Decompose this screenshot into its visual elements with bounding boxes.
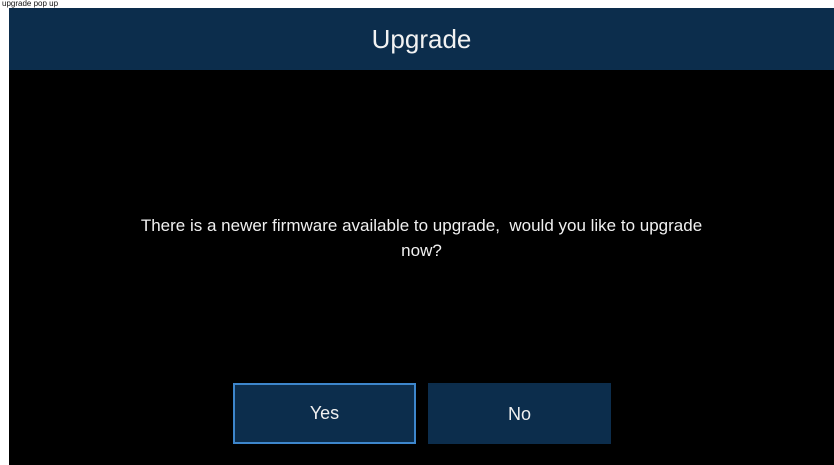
no-button[interactable]: No bbox=[428, 383, 611, 444]
yes-button[interactable]: Yes bbox=[233, 383, 416, 444]
upgrade-dialog: Upgrade There is a newer firmware availa… bbox=[9, 8, 834, 465]
dialog-message: There is a newer firmware available to u… bbox=[9, 213, 834, 263]
dialog-message-line-2: now? bbox=[401, 241, 442, 260]
page-caption: upgrade pop up bbox=[2, 0, 59, 8]
dialog-message-line-1: There is a newer firmware available to u… bbox=[140, 216, 703, 235]
dialog-title: Upgrade bbox=[9, 8, 834, 70]
